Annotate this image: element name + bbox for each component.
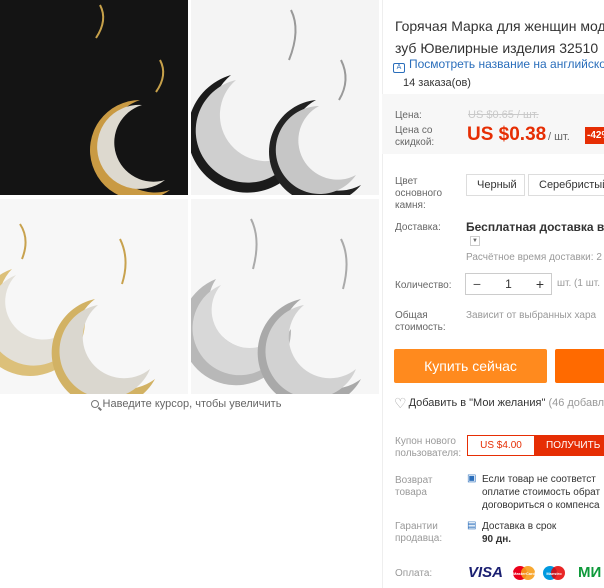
returns-line-3: договориться о компенса	[482, 500, 600, 511]
price-label: Цена:	[395, 110, 422, 121]
coupon-value: US $4.00	[480, 440, 522, 451]
visa-logo: VISA	[468, 564, 504, 581]
quantity-note: шт. (1 шт.	[557, 278, 600, 289]
shipping-estimate: Расчётное время доставки: 2	[466, 252, 602, 263]
guarantee-line-2: 90 дн.	[482, 534, 512, 545]
chevron-down-icon[interactable]: ▼	[470, 236, 480, 246]
heart-icon: ♡	[394, 395, 407, 411]
color-option-black[interactable]: Черный	[466, 174, 525, 196]
quantity-input[interactable]: 1	[488, 277, 529, 291]
returns-label: Возврат товара	[395, 475, 433, 498]
total-label: Общая стоимость:	[395, 310, 446, 333]
translate-icon: A	[393, 63, 405, 73]
shipping-label: Доставка:	[395, 222, 441, 233]
magnifier-icon	[90, 400, 99, 408]
mastercard-logo: MasterCard	[511, 564, 537, 582]
color-label: Цвет основного камня:	[395, 176, 443, 211]
returns-text: Если товар не соответст оплатие стоимост…	[482, 473, 600, 512]
wishlist-text: Добавить в "Мои желания"	[408, 397, 546, 409]
coupon-label: Купон нового пользователя:	[395, 436, 462, 459]
gallery-image-1[interactable]	[0, 0, 188, 195]
discount-badge: -42%	[585, 127, 604, 144]
zoom-hint: Наведите курсор, чтобы увеличить	[0, 398, 372, 410]
wishlist-link[interactable]: ♡Добавить в "Мои желания" (46 добавле	[394, 395, 604, 412]
old-price: US $0.65 / шт.	[468, 109, 539, 121]
translate-title-link[interactable]: A Посмотреть название на английском	[393, 57, 604, 73]
shipping-method[interactable]: Бесплатная доставка в Rus	[466, 220, 604, 234]
calendar-icon: ▤	[467, 520, 477, 531]
payment-label: Оплата:	[395, 568, 433, 579]
product-title: Горячая Марка для женщин модны зуб Ювели…	[395, 15, 604, 59]
buy-now-button[interactable]: Купить сейчас	[394, 349, 547, 383]
returns-line-1: Если товар не соответст	[482, 474, 596, 485]
svg-text:MasterCard: MasterCard	[513, 571, 536, 576]
guarantee-label: Гарантии продавца:	[395, 521, 443, 544]
gallery-image-2[interactable]	[191, 0, 379, 195]
zoom-hint-text: Наведите курсор, чтобы увеличить	[102, 398, 282, 410]
discount-price-label: Цена со скидкой:	[395, 125, 435, 148]
total-note: Зависит от выбранных хара	[466, 310, 597, 321]
wishlist-count: (46 добавле	[548, 397, 604, 409]
translate-title-text: Посмотреть название на английском	[409, 57, 604, 71]
orders-count: 14 заказа(ов)	[403, 77, 471, 89]
price-per-unit: / шт.	[548, 131, 570, 143]
quantity-stepper: − 1 +	[465, 273, 552, 295]
returns-line-2: оплатие стоимость обрат	[482, 487, 601, 498]
color-option-silver[interactable]: Серебристый	[528, 174, 604, 196]
product-gallery	[0, 0, 382, 394]
product-title-line-2: зуб Ювелирные изделия 32510	[395, 40, 599, 56]
gallery-image-3[interactable]	[0, 199, 188, 394]
mir-logo: МИ	[578, 564, 602, 581]
gallery-image-4[interactable]	[191, 199, 379, 394]
coupon-box: US $4.00 ПОЛУЧИТЬ	[467, 435, 604, 456]
divider	[382, 0, 383, 588]
svg-text:Maestro: Maestro	[546, 571, 562, 576]
return-icon: ▣	[467, 473, 477, 484]
quantity-label: Количество:	[395, 280, 452, 291]
quantity-increase-button[interactable]: +	[529, 276, 551, 292]
new-price: US $0.38	[467, 124, 547, 145]
quantity-decrease-button[interactable]: −	[466, 276, 488, 292]
product-title-line-1: Горячая Марка для женщин модны	[395, 18, 604, 34]
guarantee-line-1: Доставка в срок	[482, 521, 557, 532]
guarantee-text: Доставка в срок 90 дн.	[482, 520, 556, 546]
add-to-cart-button[interactable]	[555, 349, 604, 383]
maestro-logo: Maestro	[541, 564, 567, 582]
get-coupon-button[interactable]: ПОЛУЧИТЬ	[534, 436, 604, 455]
